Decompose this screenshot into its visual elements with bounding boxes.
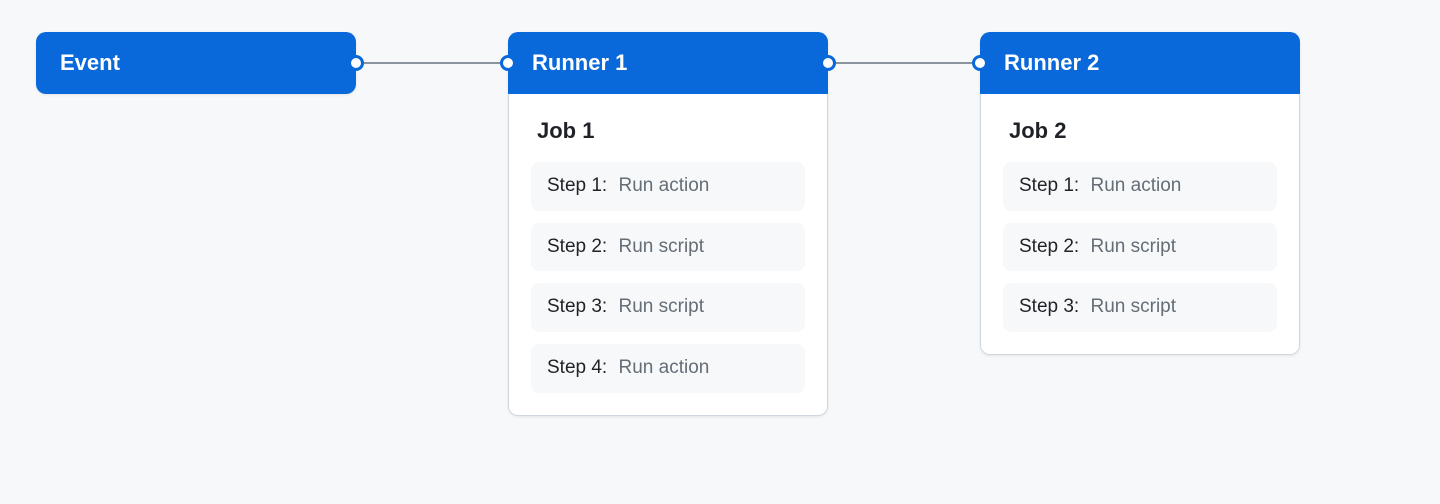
runner2-header: Runner 2 (980, 32, 1300, 94)
port-runner1-in (500, 55, 516, 71)
runner1-step: Step 3: Run script (531, 283, 805, 332)
step-label: Step 3: (547, 296, 607, 317)
step-label: Step 1: (1019, 175, 1079, 196)
step-label: Step 4: (547, 357, 607, 378)
runner2-node: Runner 2 Job 2 Step 1: Run action Step 2… (980, 32, 1300, 355)
step-label: Step 2: (1019, 236, 1079, 257)
runner2-job-title: Job 2 (1009, 118, 1277, 144)
step-desc: Run script (1091, 236, 1177, 257)
runner1-step: Step 1: Run action (531, 162, 805, 211)
step-desc: Run script (1091, 296, 1177, 317)
runner1-step: Step 4: Run action (531, 344, 805, 393)
runner2-title: Runner 2 (1004, 50, 1099, 75)
step-desc: Run script (619, 236, 705, 257)
step-desc: Run script (619, 296, 705, 317)
runner1-body: Job 1 Step 1: Run action Step 2: Run scr… (508, 94, 828, 416)
port-event-out (348, 55, 364, 71)
runner1-header: Runner 1 (508, 32, 828, 94)
step-desc: Run action (619, 175, 710, 196)
runner1-job-title: Job 1 (537, 118, 805, 144)
connector-runner1-to-runner2 (828, 62, 980, 64)
step-label: Step 2: (547, 236, 607, 257)
port-runner2-in (972, 55, 988, 71)
runner1-step: Step 2: Run script (531, 223, 805, 272)
connector-event-to-runner1 (356, 62, 508, 64)
event-node: Event (36, 32, 356, 94)
runner1-node: Runner 1 Job 1 Step 1: Run action Step 2… (508, 32, 828, 416)
runner2-step: Step 3: Run script (1003, 283, 1277, 332)
step-label: Step 1: (547, 175, 607, 196)
runner2-step: Step 2: Run script (1003, 223, 1277, 272)
step-desc: Run action (1091, 175, 1182, 196)
event-header: Event (36, 32, 356, 94)
port-runner1-out (820, 55, 836, 71)
runner1-title: Runner 1 (532, 50, 627, 75)
step-desc: Run action (619, 357, 710, 378)
runner2-body: Job 2 Step 1: Run action Step 2: Run scr… (980, 94, 1300, 355)
runner2-step: Step 1: Run action (1003, 162, 1277, 211)
step-label: Step 3: (1019, 296, 1079, 317)
event-title: Event (60, 50, 120, 75)
